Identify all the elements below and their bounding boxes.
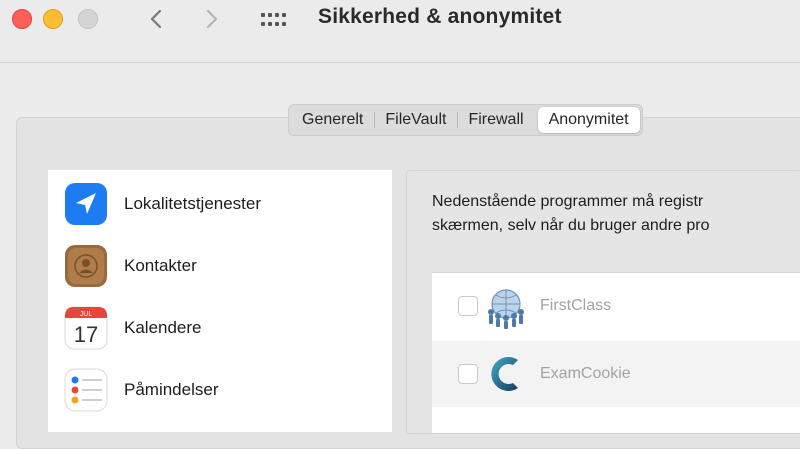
- tab-generelt[interactable]: Generelt: [291, 107, 374, 133]
- contacts-icon: [64, 244, 108, 288]
- sidebar-item-label: Kalendere: [124, 318, 202, 337]
- description-line-1: Nedenstående programmer må registr: [432, 193, 704, 210]
- reminders-icon: [64, 368, 108, 412]
- sidebar-item-contacts[interactable]: Kontakter: [64, 244, 197, 288]
- minimize-window-button[interactable]: [43, 9, 63, 29]
- app-name: ExamCookie: [540, 365, 631, 382]
- location-arrow-icon: [64, 182, 108, 226]
- close-window-button[interactable]: [12, 9, 32, 29]
- app-row-firstclass: FirstClass: [432, 273, 800, 339]
- calendar-month-text: JUL: [80, 311, 93, 318]
- firstclass-globe-icon: [482, 282, 530, 330]
- app-checkbox[interactable]: [458, 364, 478, 384]
- description-text: Nedenstående programmer må registr skærm…: [432, 190, 800, 238]
- chevron-right-icon: [206, 9, 218, 29]
- sidebar-item-label: Påmindelser: [124, 380, 219, 399]
- app-list: FirstClass ExamCookie: [432, 272, 800, 433]
- sidebar-item-calendars[interactable]: JUL 17 Kalendere: [64, 306, 202, 350]
- window-title: Sikkerhed & anonymitet: [318, 5, 562, 28]
- examcookie-logo-icon: [482, 350, 530, 398]
- tab-bar: Generelt FileVault Firewall Anonymitet: [288, 104, 643, 136]
- tab-anonymitet[interactable]: Anonymitet: [537, 107, 640, 133]
- app-name: FirstClass: [540, 297, 612, 314]
- tab-firewall[interactable]: Firewall: [457, 107, 534, 133]
- tab-filevault[interactable]: FileVault: [374, 107, 457, 133]
- calendar-icon: JUL 17: [64, 306, 108, 350]
- description-line-2: skærmen, selv når du bruger andre pro: [432, 217, 710, 234]
- chevron-left-icon: [150, 9, 162, 29]
- title-bar: Sikkerhed & anonymitet: [0, 0, 800, 63]
- app-checkbox[interactable]: [458, 296, 478, 316]
- app-row-examcookie: ExamCookie: [432, 341, 800, 407]
- sidebar-item-label: Lokalitetstjenester: [124, 194, 262, 213]
- show-all-grid-icon[interactable]: [261, 12, 287, 28]
- sidebar-item-reminders[interactable]: Påmindelser: [64, 368, 219, 412]
- sidebar-item-location-services[interactable]: Lokalitetstjenester: [64, 182, 261, 226]
- forward-button[interactable]: [198, 2, 226, 36]
- calendar-day-text: 17: [74, 322, 98, 347]
- sidebar-item-label: Kontakter: [124, 256, 197, 275]
- zoom-window-button[interactable]: [78, 9, 98, 29]
- privacy-category-list: Lokalitetstjenester Kontakter JUL 17 Kal…: [48, 170, 392, 432]
- back-button[interactable]: [142, 2, 170, 36]
